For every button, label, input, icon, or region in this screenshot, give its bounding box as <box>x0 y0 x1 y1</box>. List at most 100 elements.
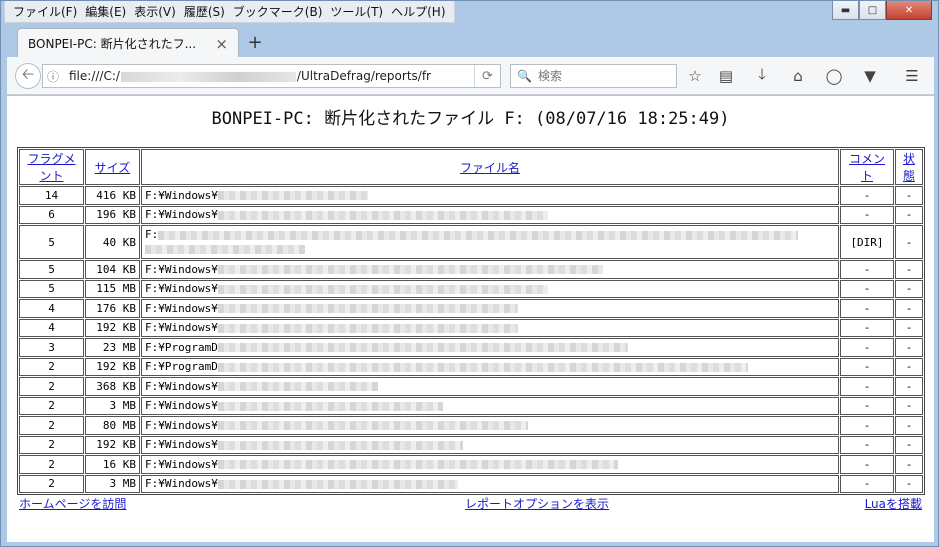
filename-cell-text: F:¥Windows¥ <box>145 379 218 393</box>
fragment-count-cell-text: 4 <box>48 321 55 335</box>
menu-tools[interactable]: ツール(T) <box>326 2 387 22</box>
comment-cell: - <box>840 377 894 396</box>
fragment-count-cell-text: 4 <box>48 301 55 315</box>
search-box[interactable]: 🔍 <box>510 64 677 88</box>
filename-cell-text: F:¥Windows¥ <box>145 418 218 432</box>
size-cell: 416 KB <box>85 186 140 205</box>
menu-bar: ファイル(F) 編集(E) 表示(V) 履歴(S) ブックマーク(B) ツール(… <box>4 1 455 23</box>
menu-history[interactable]: 履歴(S) <box>180 2 229 22</box>
fragment-count-cell: 2 <box>19 416 84 435</box>
status-cell: - <box>895 416 923 435</box>
status-cell-text: - <box>905 477 913 491</box>
sort-fragments-link[interactable]: フラグメント <box>27 152 75 183</box>
homepage-link[interactable]: ホームページを訪問 <box>19 495 126 512</box>
comment-cell-text: - <box>863 360 871 374</box>
size-cell: 368 KB <box>85 377 140 396</box>
sort-comment-link[interactable]: コメント <box>849 152 885 183</box>
menu-hamburger-icon[interactable]: ☰ <box>900 65 924 87</box>
filename-cell-text: F:¥Windows¥ <box>145 282 218 296</box>
status-cell-text: - <box>905 321 913 335</box>
close-tab-icon[interactable]: × <box>215 35 228 53</box>
menu-view[interactable]: 表示(V) <box>130 2 180 22</box>
redacted-path <box>217 304 518 314</box>
filename-cell: F:¥Windows¥ <box>141 455 839 474</box>
minimize-button[interactable]: ▬ <box>832 1 859 20</box>
menu-help[interactable]: ヘルプ(H) <box>387 2 449 22</box>
comment-cell: - <box>840 357 894 376</box>
header-size: サイズ <box>85 149 140 185</box>
tab-strip: BONPEI-PC: 断片化されたフ... × + <box>7 25 934 58</box>
sort-status-link[interactable]: 状態 <box>903 152 915 183</box>
search-input[interactable] <box>537 69 668 83</box>
comment-cell-text: - <box>863 477 871 491</box>
lua-link[interactable]: Luaを搭載 <box>865 495 922 512</box>
reading-list-icon[interactable]: ▤ <box>714 65 738 87</box>
tab-report[interactable]: BONPEI-PC: 断片化されたフ... × <box>17 28 239 58</box>
nav-toolbar: 🡠 ⓘ file:///C:/ /UltraDefrag/reports/fr ⟳… <box>7 57 934 95</box>
status-cell: - <box>895 205 923 224</box>
filename-cell-text: F:¥Windows¥ <box>145 399 218 413</box>
close-window-button[interactable]: ✕ <box>886 1 932 20</box>
size-cell-text: 3 MB <box>109 399 137 413</box>
menu-bookmarks[interactable]: ブックマーク(B) <box>229 2 327 22</box>
size-cell: 16 KB <box>85 455 140 474</box>
size-cell-text: 16 KB <box>102 457 136 471</box>
status-cell-text: - <box>905 282 913 296</box>
status-cell: - <box>895 338 923 357</box>
fragment-count-cell: 2 <box>19 435 84 454</box>
size-cell: 40 KB <box>85 225 140 259</box>
fragment-count-cell: 4 <box>19 318 84 337</box>
size-cell: 192 KB <box>85 435 140 454</box>
chat-icon[interactable]: ◯ <box>822 65 846 87</box>
url-suffix: /UltraDefrag/reports/fr <box>296 69 431 83</box>
fragmented-files-table: フラグメント サイズ ファイル名 コメント 状態 14 416 KB F:¥Wind… <box>17 147 925 495</box>
download-icon[interactable]: 🡓 <box>750 65 774 87</box>
maximize-button[interactable]: □ <box>859 1 886 20</box>
menu-edit[interactable]: 編集(E) <box>81 2 130 22</box>
reload-icon[interactable]: ⟳ <box>474 65 500 87</box>
url-bar[interactable]: ⓘ file:///C:/ /UltraDefrag/reports/fr ⟳ <box>42 64 501 88</box>
tab-title: BONPEI-PC: 断片化されたフ... <box>28 37 197 51</box>
size-cell-text: 196 KB <box>96 208 136 222</box>
sort-filename-link[interactable]: ファイル名 <box>460 161 520 175</box>
redacted-path <box>217 323 518 333</box>
url-prefix: file:///C:/ <box>69 69 120 83</box>
filename-cell-text: F:¥Windows¥ <box>145 301 218 315</box>
table-row: 2 3 MB F:¥Windows¥ - - <box>19 396 923 415</box>
size-cell: 192 KB <box>85 357 140 376</box>
filename-cell: F:¥Windows¥ <box>141 416 839 435</box>
comment-cell: - <box>840 338 894 357</box>
table-row: 14 416 KB F:¥Windows¥ - - <box>19 186 923 205</box>
menu-file[interactable]: ファイル(F) <box>9 2 81 22</box>
status-cell-text: - <box>905 188 913 202</box>
filename-cell: F:¥Windows¥ <box>141 435 839 454</box>
comment-cell-text: - <box>863 418 871 432</box>
status-cell: - <box>895 299 923 318</box>
filename-cell: F:¥Windows¥ <box>141 318 839 337</box>
table-row: 5 115 MB F:¥Windows¥ - - <box>19 279 923 298</box>
filename-cell: F:¥Windows¥ <box>141 186 839 205</box>
home-icon[interactable]: ⌂ <box>786 65 810 87</box>
size-cell-text: 3 MB <box>109 477 137 491</box>
fragment-count-cell: 2 <box>19 455 84 474</box>
back-button[interactable]: 🡠 <box>15 63 41 89</box>
new-tab-button[interactable]: + <box>244 32 266 53</box>
report-options-link[interactable]: レポートオプションを表示 <box>465 495 609 512</box>
search-icon: 🔍 <box>517 69 532 83</box>
fragment-count-cell: 2 <box>19 357 84 376</box>
table-header-row: フラグメント サイズ ファイル名 コメント 状態 <box>19 149 923 185</box>
table-row: 2 16 KB F:¥Windows¥ - - <box>19 455 923 474</box>
page-content: BONPEI-PC: 断片化されたファイル F: (08/07/16 18:25… <box>7 96 934 542</box>
bookmark-star-icon[interactable]: ☆ <box>683 65 707 87</box>
filename-cell-text: F:¥Windows¥ <box>145 477 218 491</box>
info-icon[interactable]: ⓘ <box>43 68 63 85</box>
filename-cell: F:¥Windows¥ <box>141 377 839 396</box>
size-cell: 3 MB <box>85 396 140 415</box>
sort-size-link[interactable]: サイズ <box>95 161 131 175</box>
pocket-icon[interactable]: ▼ <box>858 65 882 87</box>
size-cell: 192 KB <box>85 318 140 337</box>
filename-cell: F:¥Windows¥ <box>141 396 839 415</box>
status-cell: - <box>895 474 923 493</box>
url-text[interactable]: file:///C:/ /UltraDefrag/reports/fr <box>63 69 474 83</box>
filename-cell-text: F:¥Windows¥ <box>145 188 218 202</box>
